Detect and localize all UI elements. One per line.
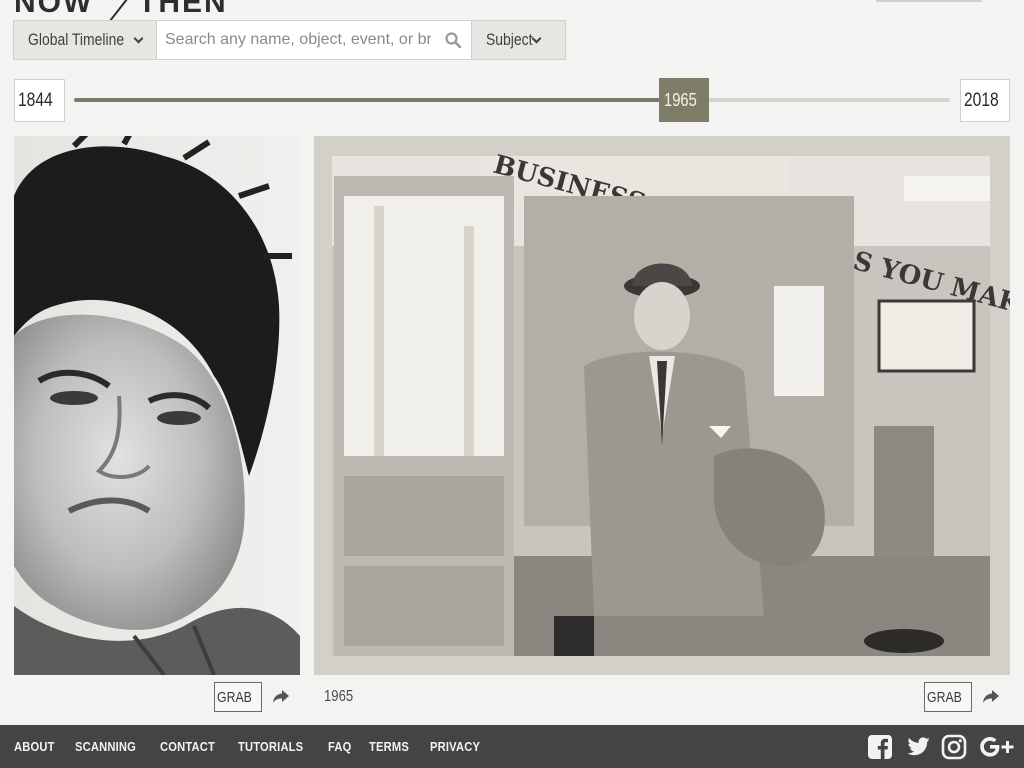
timeline-end-year[interactable]: 2018 xyxy=(960,79,1010,122)
instagram-icon[interactable] xyxy=(941,734,967,760)
timeline-handle[interactable]: 1965 xyxy=(658,78,709,122)
subject-label: Subject xyxy=(486,30,533,49)
footer-link-terms[interactable]: TERMS xyxy=(369,739,409,754)
footer-links: ABOUT SCANNING CONTACT TUTORIALS FAQ TER… xyxy=(14,725,502,768)
grab-button-right[interactable]: GRAB xyxy=(924,682,972,712)
timeline-track[interactable] xyxy=(74,98,950,102)
search-bar: Global Timeline Subject xyxy=(13,20,566,60)
share-icon[interactable] xyxy=(982,688,1000,706)
timeline-progress xyxy=(74,98,684,102)
footer-link-contact[interactable]: CONTACT xyxy=(160,739,215,754)
timeline-end-label: 2018 xyxy=(963,89,999,111)
footer-link-tutorials[interactable]: TUTORIALS xyxy=(238,739,303,754)
facebook-icon[interactable] xyxy=(867,734,893,760)
timeline-start-label: 1844 xyxy=(18,89,54,111)
logo-word-then: THEN xyxy=(138,0,224,19)
timeline-start-year[interactable]: 1844 xyxy=(14,79,65,122)
global-timeline-label: Global Timeline xyxy=(28,30,125,49)
share-icon[interactable] xyxy=(272,688,290,706)
chevron-down-icon xyxy=(133,33,144,43)
photo-year-caption: 1965 xyxy=(324,688,360,706)
grab-button-left[interactable]: GRAB xyxy=(214,682,262,712)
office-photo[interactable]: BUSINESS IS AS GOOD AS YOU MAKE IT! xyxy=(314,136,1010,675)
photo-year: 1965 xyxy=(324,688,354,705)
twitter-icon[interactable] xyxy=(905,734,931,760)
office-image: BUSINESS IS AS GOOD AS YOU MAKE IT! xyxy=(314,136,1010,675)
grab-label: GRAB xyxy=(926,688,962,706)
logo-word-now: NOW xyxy=(14,0,94,19)
portrait-photo[interactable] xyxy=(14,136,300,675)
search-input[interactable] xyxy=(157,21,471,59)
logo-slash xyxy=(106,0,138,20)
footer-link-about[interactable]: ABOUT xyxy=(14,739,55,754)
subject-dropdown[interactable]: Subject xyxy=(471,21,565,59)
grab-label: GRAB xyxy=(216,688,252,706)
footer-link-privacy[interactable]: PRIVACY xyxy=(430,739,480,754)
footer-link-scanning[interactable]: SCANNING xyxy=(75,739,136,754)
search-icon[interactable] xyxy=(445,32,461,48)
search-field-wrap xyxy=(157,21,471,59)
global-timeline-dropdown[interactable]: Global Timeline xyxy=(14,21,157,59)
site-footer: ABOUT SCANNING CONTACT TUTORIALS FAQ TER… xyxy=(0,725,1024,768)
header-right-edge xyxy=(876,0,982,2)
google-plus-icon[interactable] xyxy=(978,734,1016,760)
portrait-image xyxy=(14,136,300,675)
footer-link-faq[interactable]: FAQ xyxy=(328,739,352,754)
site-logo[interactable]: NOW THEN xyxy=(14,0,224,20)
timeline-current-year: 1965 xyxy=(663,89,697,110)
